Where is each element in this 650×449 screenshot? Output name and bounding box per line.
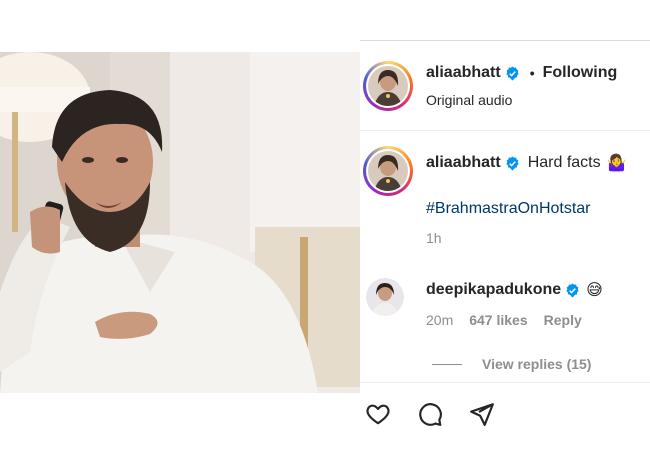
paper-plane-icon[interactable] [469, 401, 495, 427]
commenter-avatar[interactable] [366, 278, 404, 316]
heart-icon[interactable] [365, 401, 391, 427]
view-replies-label: View replies (15) [482, 356, 592, 372]
shrug-emoji: 🤷‍♀️ [606, 155, 627, 172]
sweat-smile-emoji: 😅 [586, 282, 603, 299]
author-username[interactable]: aliaabhatt [426, 64, 501, 82]
divider [360, 382, 650, 383]
video-player[interactable] [0, 52, 360, 393]
view-replies-button[interactable]: View replies (15) [432, 356, 591, 372]
caption-text: Hard facts [527, 154, 601, 171]
header-title-row: aliaabhatt • Following [426, 64, 617, 82]
action-bar [360, 396, 521, 432]
caption-username[interactable]: aliaabhatt [426, 154, 501, 172]
avatar-image [366, 278, 404, 316]
verified-badge-icon [506, 65, 519, 81]
verified-badge-icon [566, 282, 579, 298]
comment-likes[interactable]: 647 likes [469, 312, 527, 328]
author-avatar[interactable] [363, 61, 413, 111]
post-header: aliaabhatt • Following Original audio [360, 41, 650, 131]
caption-timestamp[interactable]: 1h [426, 230, 442, 246]
separator-dot: • [529, 65, 535, 81]
post-media [0, 0, 360, 449]
video-frame-image [0, 52, 360, 393]
reply-button[interactable]: Reply [544, 312, 582, 328]
comment-timestamp[interactable]: 20m [426, 312, 453, 328]
avatar-image [368, 151, 408, 191]
post-sidebar: aliaabhatt • Following Original audio al… [360, 0, 650, 449]
comment-row: deepikapadukone 😅 [426, 280, 603, 300]
verified-badge-icon [506, 155, 519, 171]
audio-link[interactable]: Original audio [426, 92, 512, 108]
following-button[interactable]: Following [543, 64, 618, 82]
commenter-username[interactable]: deepikapadukone [426, 281, 561, 299]
replies-divider [432, 363, 462, 365]
avatar-image [368, 66, 408, 106]
hashtag-link[interactable]: #BrahmastraOnHotstar [426, 200, 591, 218]
comment-bubble-icon[interactable] [417, 401, 443, 427]
caption-row: aliaabhatt Hard facts 🤷‍♀️ [426, 153, 627, 173]
caption-author-avatar[interactable] [363, 146, 413, 196]
comment-meta: 20m 647 likes Reply [426, 312, 582, 328]
